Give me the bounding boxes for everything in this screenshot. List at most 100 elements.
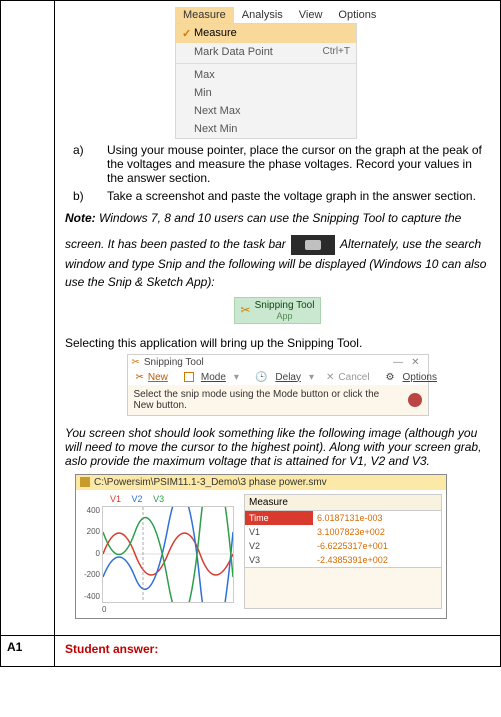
table-row: V1 3.1007823e+002 xyxy=(245,525,441,539)
measure-panel: Measure Time 6.0187131e-003 V1 3.1007823… xyxy=(244,494,442,614)
step-b-marker: b) xyxy=(73,189,107,203)
menu-item-mark-data-point[interactable]: Mark Data Point Ctrl+T xyxy=(176,43,356,61)
measure-empty-area xyxy=(244,568,442,609)
snip-toolbar: ✂ New Mode ▾ 🕒 Delay ▾ ✕ Cancel ⚙ Option… xyxy=(128,370,428,385)
answer-row-cell: Student answer: xyxy=(55,636,501,666)
instruction-cell: Measure Analysis View Options ✓ Measure … xyxy=(55,1,501,635)
row-label-blank xyxy=(0,1,55,635)
app-chip-title: Snipping Tool xyxy=(255,300,315,311)
menu-item-label: Min xyxy=(194,87,350,99)
menu-item-next-max[interactable]: Next Max xyxy=(176,102,356,120)
graph-svg xyxy=(102,506,234,603)
student-answer-label: Student answer: xyxy=(65,642,158,656)
psim-app-icon xyxy=(80,477,90,487)
check-icon: ✓ xyxy=(182,27,194,40)
step-a: a) Using your mouse pointer, place the c… xyxy=(73,143,490,185)
psim-window: C:\Powersim\PSIM11.1-3_Demo\3 phase powe… xyxy=(75,474,447,619)
step-a-marker: a) xyxy=(73,143,107,185)
v1-val: 3.1007823e+002 xyxy=(313,525,441,539)
snip-hint-text: Select the snip mode using the Mode butt… xyxy=(134,389,402,411)
menu-separator xyxy=(176,63,356,64)
menu-item-min[interactable]: Min xyxy=(176,84,356,102)
measure-dropdown: ✓ Measure Mark Data Point Ctrl+T Max xyxy=(175,23,357,139)
ytick: 0 xyxy=(80,549,100,558)
taskbar-snip-icon xyxy=(291,235,335,255)
delay-button[interactable]: 🕒 Delay ▾ xyxy=(251,372,318,383)
new-button[interactable]: ✂ New xyxy=(136,372,172,383)
psim-title-text: C:\Powersim\PSIM11.1-3_Demo\3 phase powe… xyxy=(94,477,327,488)
menubar-item-measure[interactable]: Measure xyxy=(175,7,234,23)
cancel-button[interactable]: ✕ Cancel xyxy=(326,372,374,383)
table-row: V3 -2.4385391e+002 xyxy=(245,553,441,567)
note-line2a: screen. It has been pasted to the task b… xyxy=(65,237,289,251)
step-a-text: Using your mouse pointer, place the curs… xyxy=(107,143,490,185)
legend-v1: V1 xyxy=(110,494,121,504)
menu-item-label: Next Min xyxy=(194,123,350,135)
menubar-item-view[interactable]: View xyxy=(291,7,331,23)
menu-item-label: Next Max xyxy=(194,105,350,117)
menu-item-next-min[interactable]: Next Min xyxy=(176,120,356,138)
step-list: a) Using your mouse pointer, place the c… xyxy=(73,143,490,203)
xtick: 0 xyxy=(102,605,106,614)
measure-table: Time 6.0187131e-003 V1 3.1007823e+002 V2… xyxy=(244,510,442,568)
note-label: Note: xyxy=(65,211,96,225)
menubar: Measure Analysis View Options xyxy=(175,7,490,23)
time-val: 6.0187131e-003 xyxy=(313,511,441,525)
table-row: Time 6.0187131e-003 xyxy=(245,511,441,525)
v1-key: V1 xyxy=(245,525,313,539)
chevron-down-icon: ▾ xyxy=(234,372,239,383)
note-paragraph-1: Note: Windows 7, 8 and 10 users can use … xyxy=(65,211,490,227)
menu-item-shortcut: Ctrl+T xyxy=(323,46,351,58)
ytick: -400 xyxy=(80,592,100,601)
menubar-item-analysis[interactable]: Analysis xyxy=(234,7,291,23)
mode-button[interactable]: Mode ▾ xyxy=(180,372,243,383)
snip-titlebar: ✂ Snipping Tool — ✕ xyxy=(128,355,428,370)
menu-item-measure[interactable]: ✓ Measure xyxy=(176,24,356,43)
snipping-tool-search-result[interactable]: ✂ Snipping Tool App xyxy=(234,297,322,324)
measure-menu-screenshot: Measure Analysis View Options ✓ Measure … xyxy=(175,7,490,139)
check-placeholder xyxy=(182,46,194,58)
scissors-icon: ✂ xyxy=(132,357,140,368)
scissors-icon: ✂ xyxy=(241,303,251,317)
menu-item-label: Measure xyxy=(194,27,350,40)
snip-hint: Select the snip mode using the Mode butt… xyxy=(128,385,428,415)
ytick: 200 xyxy=(80,527,100,536)
screenshot-paragraph: You screen shot should look something li… xyxy=(65,426,490,468)
clock-icon: 🕒 xyxy=(255,372,267,383)
options-button[interactable]: ⚙ Options xyxy=(382,372,441,383)
v2-key: V2 xyxy=(245,539,313,553)
menu-item-max[interactable]: Max xyxy=(176,66,356,84)
record-icon xyxy=(408,393,422,407)
v2-val: -6.6225317e+001 xyxy=(313,539,441,553)
step-b: b) Take a screenshot and paste the volta… xyxy=(73,189,490,203)
psim-titlebar: C:\Powersim\PSIM11.1-3_Demo\3 phase powe… xyxy=(76,475,446,490)
minimize-icon[interactable]: — xyxy=(389,357,407,368)
square-icon xyxy=(184,372,194,382)
ytick: 400 xyxy=(80,506,100,515)
app-chip-sub: App xyxy=(255,311,315,321)
ytick: -200 xyxy=(80,570,100,579)
new-label: New xyxy=(148,372,168,383)
legend-v2: V2 xyxy=(132,494,143,504)
snip-title-text: Snipping Tool xyxy=(144,357,389,368)
options-label: Options xyxy=(403,372,437,383)
step-b-text: Take a screenshot and paste the voltage … xyxy=(107,189,490,203)
v3-key: V3 xyxy=(245,553,313,567)
legend-v3: V3 xyxy=(153,494,164,504)
menu-item-label: Mark Data Point xyxy=(194,46,323,58)
snipping-tool-window: ✂ Snipping Tool — ✕ ✂ New Mode ▾ 🕒 Delay… xyxy=(127,354,429,416)
voltage-graph: V1 V2 V3 400 200 0 -200 -400 xyxy=(80,494,240,614)
cancel-label: Cancel xyxy=(338,372,369,383)
selecting-line: Selecting this application will bring up… xyxy=(65,336,490,350)
menubar-item-options[interactable]: Options xyxy=(330,7,384,23)
delay-label: Delay xyxy=(275,372,301,383)
chevron-down-icon: ▾ xyxy=(309,372,314,383)
time-key: Time xyxy=(245,511,313,525)
y-axis-ticks: 400 200 0 -200 -400 xyxy=(80,506,100,601)
mode-label: Mode xyxy=(201,372,226,383)
note-paragraph-2: screen. It has been pasted to the task b… xyxy=(65,235,490,291)
v3-val: -2.4385391e+002 xyxy=(313,553,441,567)
table-row: V2 -6.6225317e+001 xyxy=(245,539,441,553)
graph-legend: V1 V2 V3 xyxy=(110,494,172,504)
close-icon[interactable]: ✕ xyxy=(407,357,423,368)
